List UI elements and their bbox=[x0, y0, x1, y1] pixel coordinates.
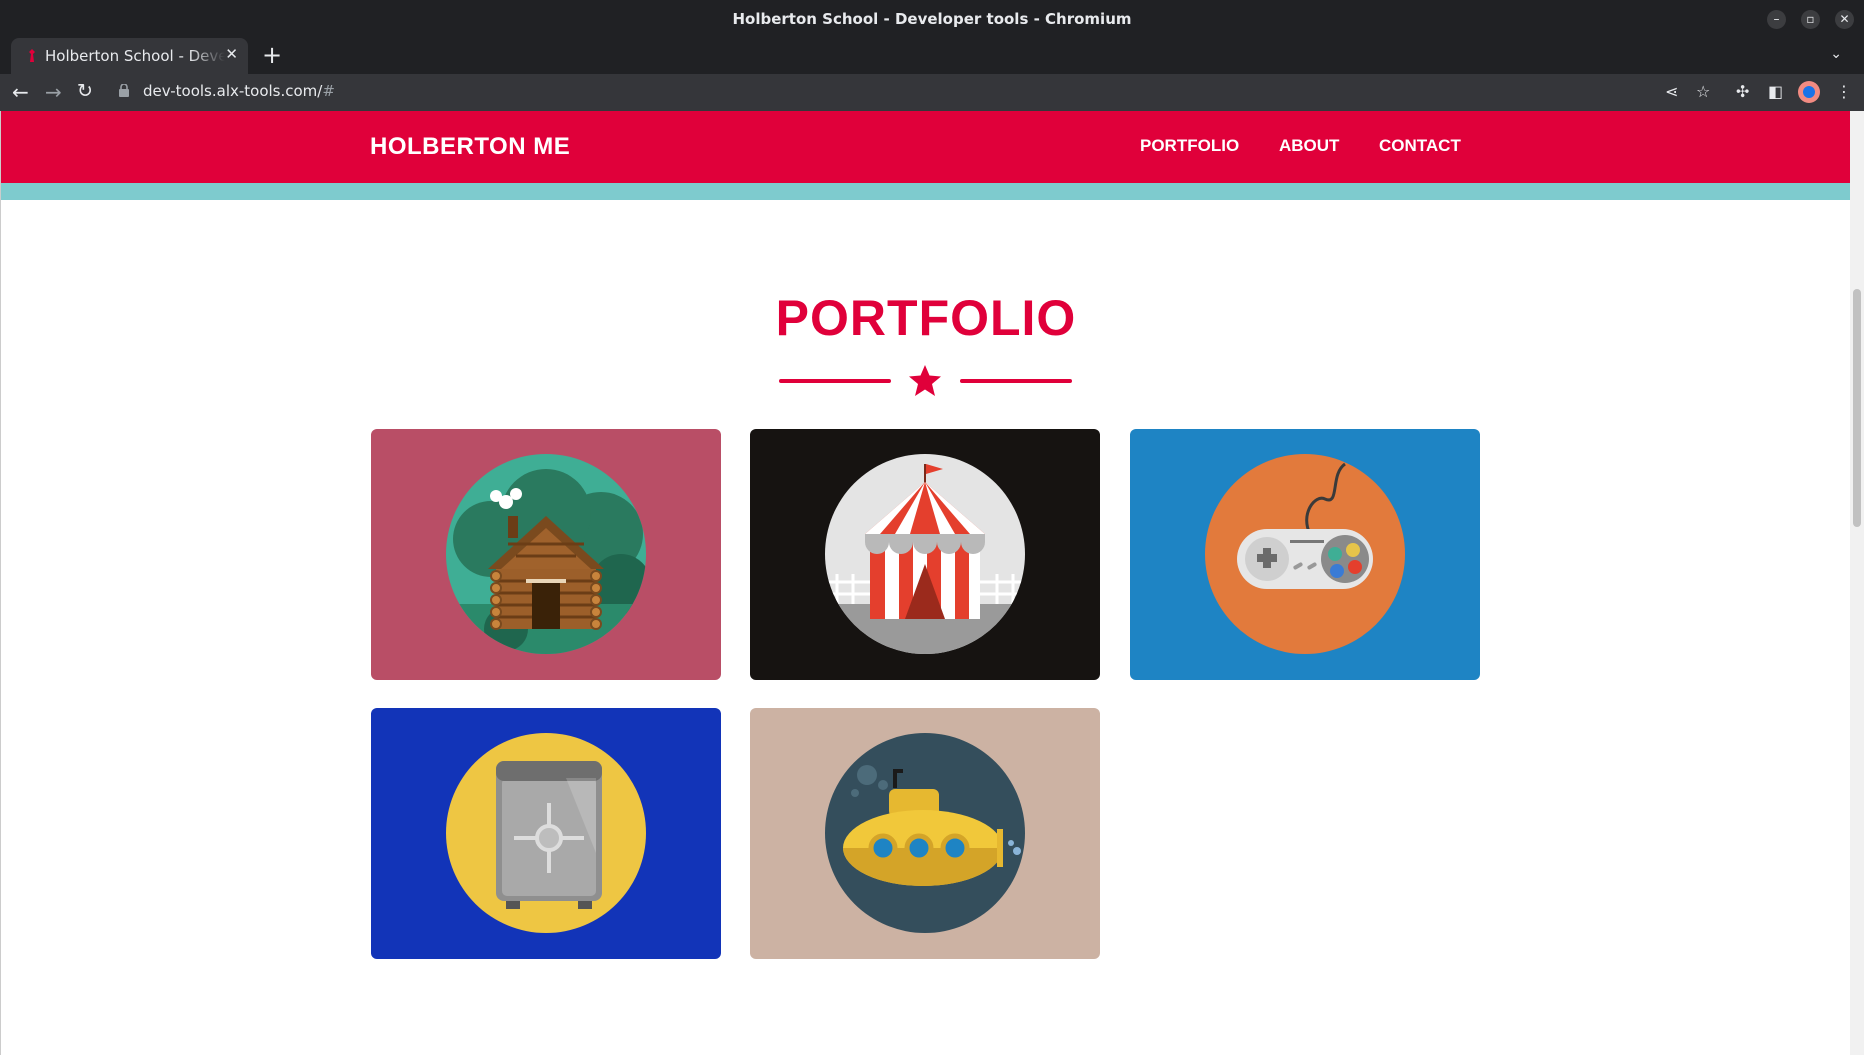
page-viewport: HOLBERTON ME PORTFOLIO ABOUT CONTACT POR… bbox=[0, 111, 1864, 1055]
side-panel-icon[interactable]: ◧ bbox=[1768, 82, 1783, 101]
window-titlebar: Holberton School - Developer tools - Chr… bbox=[0, 0, 1864, 38]
portfolio-card-submarine[interactable] bbox=[750, 708, 1100, 959]
divider-line-right bbox=[960, 379, 1072, 383]
holberton-favicon-icon bbox=[29, 49, 35, 62]
close-tab-icon[interactable]: ✕ bbox=[225, 45, 238, 63]
window-title: Holberton School - Developer tools - Chr… bbox=[732, 10, 1132, 28]
nav-contact-link[interactable]: CONTACT bbox=[1379, 136, 1461, 156]
lock-icon[interactable] bbox=[119, 84, 129, 97]
scrollbar-thumb[interactable] bbox=[1853, 289, 1861, 527]
browser-toolbar: ← → ↻ dev-tools.alx-tools.com/# ⋖ ☆ ✣ ◧ … bbox=[0, 74, 1864, 111]
share-icon[interactable]: ⋖ bbox=[1665, 82, 1678, 101]
address-bar[interactable]: dev-tools.alx-tools.com/# bbox=[143, 82, 335, 100]
browser-tab[interactable]: Holberton School - Developer tools ✕ bbox=[11, 38, 248, 74]
log-cabin-icon bbox=[446, 454, 646, 654]
portfolio-card-circus[interactable] bbox=[750, 429, 1100, 680]
url-host: dev-tools.alx-tools.com/ bbox=[143, 82, 323, 100]
portfolio-card-cabin[interactable] bbox=[371, 429, 721, 680]
forward-icon[interactable]: → bbox=[45, 80, 62, 104]
back-icon[interactable]: ← bbox=[12, 80, 29, 104]
circus-tent-icon bbox=[825, 454, 1025, 654]
site-header: HOLBERTON ME PORTFOLIO ABOUT CONTACT bbox=[1, 111, 1851, 183]
star-icon bbox=[909, 365, 941, 396]
portfolio-card-safe[interactable] bbox=[371, 708, 721, 959]
site-brand[interactable]: HOLBERTON ME bbox=[370, 133, 570, 161]
menu-icon[interactable]: ⋮ bbox=[1836, 82, 1852, 101]
section-title: PORTFOLIO bbox=[775, 290, 1077, 346]
nav-about-link[interactable]: ABOUT bbox=[1279, 136, 1339, 156]
safe-icon bbox=[446, 733, 646, 933]
new-tab-icon[interactable]: + bbox=[262, 41, 282, 69]
profile-avatar[interactable] bbox=[1798, 81, 1820, 103]
header-stripe bbox=[1, 183, 1851, 200]
reload-icon[interactable]: ↻ bbox=[77, 80, 93, 102]
minimize-icon[interactable]: – bbox=[1767, 10, 1786, 29]
game-controller-icon bbox=[1205, 454, 1405, 654]
nav-portfolio-link[interactable]: PORTFOLIO bbox=[1140, 136, 1239, 156]
extensions-icon[interactable]: ✣ bbox=[1736, 82, 1749, 101]
tab-strip: Holberton School - Developer tools ✕ + ⌄ bbox=[0, 38, 1864, 74]
divider-line-left bbox=[779, 379, 891, 383]
portfolio-card-gamepad[interactable] bbox=[1130, 429, 1480, 680]
close-window-icon[interactable]: ✕ bbox=[1835, 10, 1854, 29]
page-scrollbar[interactable] bbox=[1850, 111, 1864, 1055]
bookmark-star-icon[interactable]: ☆ bbox=[1696, 82, 1710, 101]
restore-icon[interactable]: ▫ bbox=[1801, 10, 1820, 29]
submarine-icon bbox=[825, 733, 1025, 933]
tab-search-chevron-icon[interactable]: ⌄ bbox=[1830, 46, 1842, 62]
url-fragment: # bbox=[322, 82, 335, 100]
tab-title: Holberton School - Developer tools bbox=[45, 47, 225, 65]
